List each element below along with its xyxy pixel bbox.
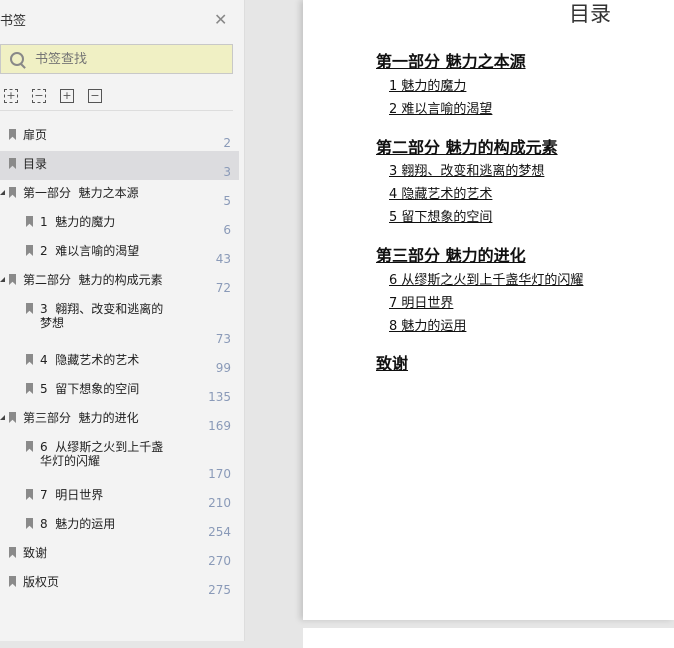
toc-chapter-link[interactable]: 5 留下想象的空间 [389, 206, 492, 225]
bookmark-item[interactable]: 3 翱翔、改变和逃离的 梦想 73 [0, 296, 239, 347]
bookmark-item[interactable]: 2 难以言喻的渴望 43 [0, 238, 239, 267]
bookmark-page-number: 2 [223, 136, 231, 150]
panel-title: 书签 [0, 14, 27, 29]
expand-all-icon[interactable]: + [4, 89, 18, 103]
document-page: 目录 第一部分 魅力之本源 1 魅力的魔力 2 难以言喻的渴望第二部分 魅力的构成元… [303, 0, 674, 620]
bookmark-label: 第一部分 魅力之本源 [23, 186, 139, 200]
bookmark-page-number: 72 [215, 281, 231, 295]
bookmark-panel: 书签 ✕ + − + − 扉页2目录3第一部分 魅力之本源51 魅力的魔力62 … [0, 0, 245, 641]
bookmark-page-number: 170 [208, 467, 231, 481]
toc-chapter-link[interactable]: 2 难以言喻的渴望 [389, 98, 492, 117]
bookmark-item[interactable]: 8 魅力的运用 254 [0, 511, 239, 540]
page-title: 目录 [569, 2, 611, 26]
bookmark-page-number: 210 [208, 496, 231, 510]
bookmark-label: 1 魅力的魔力 [40, 215, 116, 229]
bookmark-icon [26, 216, 33, 227]
toc-section-link[interactable]: 第二部分 魅力的构成元素 [376, 134, 558, 158]
expand-toggle-icon[interactable] [0, 277, 5, 282]
bookmark-item[interactable]: 7 明日世界 210 [0, 482, 239, 511]
bookmark-list: 扉页 2 目录 3 第一部分 魅力之本源 5 1 魅力的魔力 6 2 难以言喻的渴望 43 第二部分… [0, 122, 239, 598]
remove-bookmark-icon[interactable]: − [88, 89, 102, 103]
bookmark-search[interactable] [0, 44, 233, 74]
bookmark-icon [26, 489, 33, 500]
bookmark-icon [9, 576, 16, 587]
toc-section-link[interactable]: 第三部分 魅力的进化 [376, 242, 526, 266]
bookmark-item[interactable]: 扉页 2 [0, 122, 239, 151]
bookmark-icon [26, 303, 33, 314]
bookmark-label: 4 隐藏艺术的艺术 [40, 353, 140, 367]
bookmark-item[interactable]: 1 魅力的魔力 6 [0, 209, 239, 238]
bookmark-item[interactable]: 第三部分 魅力的进化 169 [0, 405, 239, 434]
bookmark-page-number: 5 [223, 194, 231, 208]
bookmark-label: 扉页 [23, 128, 48, 142]
bookmark-search-input[interactable] [35, 51, 215, 67]
add-bookmark-icon[interactable]: + [60, 89, 74, 103]
bookmark-page-number: 254 [208, 525, 231, 539]
expand-toggle-icon[interactable] [0, 415, 5, 420]
collapse-all-icon[interactable]: − [32, 89, 46, 103]
bookmark-icon [26, 383, 33, 394]
bookmark-page-number: 275 [208, 583, 231, 597]
bookmark-item[interactable]: 6 从缪斯之火到上千盏 华灯的闪耀 170 [0, 434, 239, 482]
bookmark-icon [9, 412, 16, 423]
bookmark-label: 第三部分 魅力的进化 [23, 411, 139, 425]
bookmark-item[interactable]: 致谢 270 [0, 540, 239, 569]
bookmark-label: 第二部分 魅力的构成元素 [23, 273, 163, 287]
bookmark-item[interactable]: 第二部分 魅力的构成元素 72 [0, 267, 239, 296]
bookmark-label: 7 明日世界 [40, 488, 104, 502]
bookmark-item[interactable]: 第一部分 魅力之本源 5 [0, 180, 239, 209]
bookmark-page-number: 73 [215, 332, 231, 346]
bookmark-icon [9, 158, 16, 169]
bookmark-label: 目录 [23, 157, 48, 171]
bookmark-icon [26, 518, 33, 529]
bookmark-label: 致谢 [23, 546, 48, 560]
bookmark-page-number: 6 [223, 223, 231, 237]
expand-toggle-icon[interactable] [0, 190, 5, 195]
bookmark-icon [9, 274, 16, 285]
toc-chapter-link[interactable]: 8 魅力的运用 [389, 315, 466, 334]
bookmark-page-number: 270 [208, 554, 231, 568]
bookmark-page-number: 99 [215, 361, 231, 375]
divider [0, 110, 233, 111]
bookmark-label: 5 留下想象的空间 [40, 382, 140, 396]
bookmark-page-number: 169 [208, 419, 231, 433]
search-icon [10, 52, 24, 66]
toc-chapter-link[interactable]: 3 翱翔、改变和逃离的梦想 [389, 160, 544, 179]
bookmark-page-number: 135 [208, 390, 231, 404]
toc-section-link[interactable]: 第一部分 魅力之本源 [376, 48, 526, 72]
bookmark-icon [26, 441, 33, 452]
next-page [303, 628, 674, 648]
bookmark-item[interactable]: 5 留下想象的空间 135 [0, 376, 239, 405]
bookmark-page-number: 3 [223, 165, 231, 179]
bookmark-page-number: 43 [215, 252, 231, 266]
bookmark-icon [9, 547, 16, 558]
bookmark-label: 6 从缪斯之火到上千盏 华灯的闪耀 [40, 440, 164, 468]
toc-chapter-link[interactable]: 4 隐藏艺术的艺术 [389, 183, 492, 202]
toc-chapter-link[interactable]: 7 明日世界 [389, 292, 453, 311]
toc-chapter-link[interactable]: 1 魅力的魔力 [389, 75, 466, 94]
bookmark-label: 3 翱翔、改变和逃离的 梦想 [40, 302, 164, 330]
bookmark-label: 2 难以言喻的渴望 [40, 244, 140, 258]
toc-chapter-link[interactable]: 6 从缪斯之火到上千盏华灯的闪耀 [389, 269, 583, 288]
bookmark-icon [26, 245, 33, 256]
bookmark-icon [26, 354, 33, 365]
bookmark-item[interactable]: 4 隐藏艺术的艺术 99 [0, 347, 239, 376]
bookmark-label: 版权页 [23, 575, 60, 589]
bookmark-icon [9, 187, 16, 198]
close-icon[interactable]: ✕ [214, 10, 227, 29]
bookmark-item[interactable]: 版权页 275 [0, 569, 239, 598]
toc-section-link[interactable]: 致谢 [376, 350, 408, 374]
bookmark-label: 8 魅力的运用 [40, 517, 116, 531]
bookmark-icon [9, 129, 16, 140]
bookmark-item[interactable]: 目录 3 [0, 151, 239, 180]
